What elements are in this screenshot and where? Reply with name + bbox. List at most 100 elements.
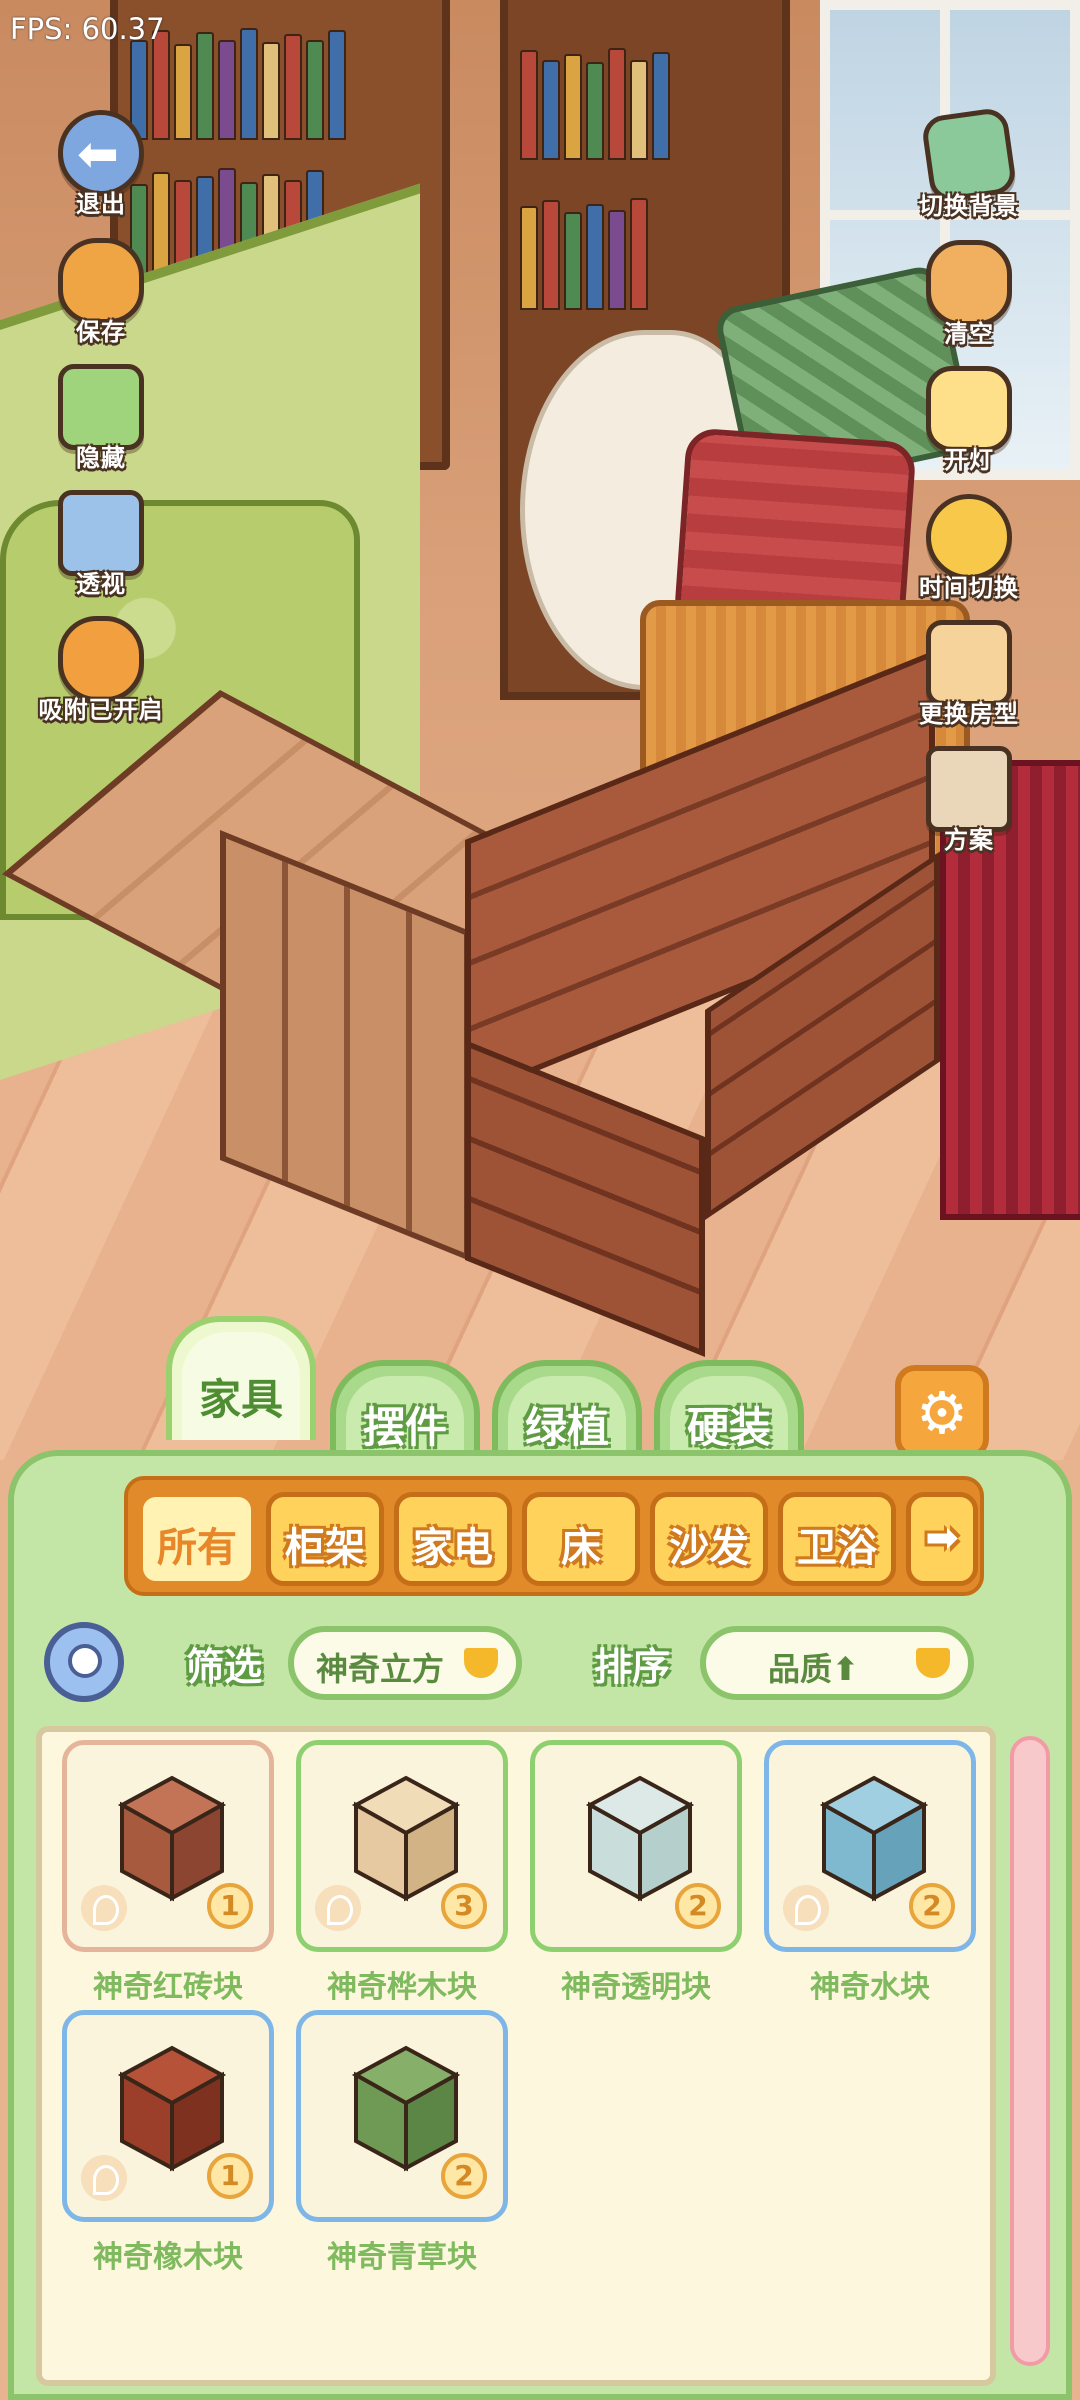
book — [586, 204, 604, 310]
book — [608, 48, 626, 160]
clear-button[interactable]: 清空 — [914, 240, 1024, 358]
bookshelf-row — [520, 190, 770, 310]
book — [630, 60, 648, 160]
book — [520, 206, 538, 310]
item-card[interactable]: 2 — [296, 2010, 508, 2222]
save-label: 保存 — [76, 318, 126, 346]
book — [564, 54, 582, 160]
subcategory-label: 柜架 — [285, 1525, 365, 1571]
item-quantity: 2 — [441, 2153, 487, 2199]
subcategory-next-button[interactable]: ➡ — [906, 1492, 978, 1586]
gear-icon: ⚙ — [916, 1379, 968, 1447]
subcategory-label: 沙发 — [669, 1525, 749, 1571]
item-card[interactable]: 2 — [530, 1740, 742, 1952]
item-card[interactable]: 1 — [62, 2010, 274, 2222]
clear-label: 清空 — [944, 320, 994, 348]
book — [262, 42, 280, 140]
snap-toggle-button[interactable]: 吸附已开启 — [39, 616, 163, 734]
dropdown-arrow-icon — [464, 1648, 498, 1678]
book — [284, 34, 302, 140]
red-brick-cube-icon — [117, 1775, 227, 1902]
switch-background-label: 切换背景 — [919, 192, 1019, 220]
tab-decor[interactable]: 摆件 — [330, 1360, 480, 1460]
oak-cube-icon — [117, 2045, 227, 2172]
item-name: 神奇青草块 — [327, 2240, 477, 2275]
subcategory-shelves[interactable]: 柜架 — [266, 1492, 384, 1586]
exit-button[interactable]: 退出 — [46, 110, 156, 228]
subcategory-bathroom[interactable]: 卫浴 — [778, 1492, 896, 1586]
search-button[interactable] — [44, 1622, 124, 1702]
leaf-badge-icon — [315, 1885, 361, 1931]
save-button[interactable]: 保存 — [46, 238, 156, 356]
tab-furniture[interactable]: 家具 — [166, 1316, 316, 1440]
book — [542, 200, 560, 310]
book — [630, 198, 648, 310]
water-cube-icon — [819, 1775, 929, 1902]
item-card[interactable]: 2 — [764, 1740, 976, 1952]
tab-label: 硬装 — [686, 1403, 771, 1452]
grass-cube-icon — [351, 2045, 461, 2172]
tab-label: 家具 — [198, 1375, 283, 1424]
dropdown-arrow-icon — [916, 1648, 950, 1678]
book — [652, 52, 670, 160]
item-name: 神奇桦木块 — [327, 1970, 477, 2005]
book — [306, 40, 324, 140]
item-quantity: 3 — [441, 1883, 487, 1929]
subcategory-sofas[interactable]: 沙发 — [650, 1492, 768, 1586]
bookshelf-row — [520, 40, 770, 160]
time-switch-label: 时间切换 — [919, 574, 1019, 602]
item-card[interactable]: 1 — [62, 1740, 274, 1952]
leaf-badge-icon — [81, 1885, 127, 1931]
leaf-badge-icon — [783, 1885, 829, 1931]
arrow-right-icon: ➡ — [925, 1515, 959, 1561]
perspective-button[interactable]: 透视 — [46, 490, 156, 608]
book — [586, 62, 604, 160]
book — [520, 50, 538, 160]
subcategory-appliances[interactable]: 家电 — [394, 1492, 512, 1586]
exit-label: 退出 — [76, 190, 126, 218]
item-quantity: 2 — [909, 1883, 955, 1929]
book — [564, 212, 582, 310]
item-grid-scrollbar[interactable] — [1010, 1736, 1050, 2366]
subcategory-beds[interactable]: 床 — [522, 1492, 640, 1586]
book — [542, 60, 560, 160]
item-quantity: 1 — [207, 1883, 253, 1929]
perspective-label: 透视 — [76, 570, 126, 598]
category-tabs: 家具 摆件 绿植 硬装 ⚙ — [0, 1316, 1080, 1460]
tab-plants[interactable]: 绿植 — [492, 1360, 642, 1460]
book — [174, 44, 192, 140]
time-switch-button[interactable]: 时间切换 — [914, 494, 1024, 612]
change-room-button[interactable]: 更换房型 — [914, 620, 1024, 738]
item-card[interactable]: 3 — [296, 1740, 508, 1952]
subcategory-label: 床 — [561, 1525, 601, 1571]
tab-label: 绿植 — [524, 1403, 609, 1452]
plan-button[interactable]: 方案 — [914, 746, 1024, 864]
subcategory-all[interactable]: 所有 — [138, 1492, 256, 1586]
book — [196, 32, 214, 140]
sort-value: 品质⬆ — [768, 1650, 859, 1688]
switch-background-button[interactable]: 切换背景 — [914, 106, 1024, 230]
subcategory-label: 所有 — [157, 1525, 237, 1571]
sort-dropdown[interactable]: 品质⬆ — [700, 1626, 974, 1700]
subcategory-bar: 所有 柜架 家电 床 沙发 卫浴 ➡ — [124, 1476, 984, 1596]
book — [328, 30, 346, 140]
fps-counter: FPS: 60.37 — [10, 12, 165, 46]
item-name: 神奇水块 — [810, 1970, 930, 2005]
item-quantity: 1 — [207, 2153, 253, 2199]
item-name: 神奇透明块 — [561, 1970, 711, 2005]
bookshelf-row — [130, 20, 430, 140]
filter-dropdown[interactable]: 神奇立方 — [288, 1626, 522, 1700]
book — [240, 28, 258, 140]
hide-button[interactable]: 隐藏 — [46, 364, 156, 482]
settings-button[interactable]: ⚙ — [895, 1365, 989, 1459]
item-name: 神奇红砖块 — [93, 1970, 243, 2005]
sort-label: 排序 — [594, 1645, 671, 1689]
birch-cube-icon — [351, 1775, 461, 1902]
light-button[interactable]: 开灯 — [914, 366, 1024, 484]
light-label: 开灯 — [944, 446, 994, 474]
item-quantity: 2 — [675, 1883, 721, 1929]
tab-hardscape[interactable]: 硬装 — [654, 1360, 804, 1460]
book — [218, 40, 236, 140]
book — [608, 210, 626, 310]
filter-value: 神奇立方 — [316, 1650, 445, 1688]
